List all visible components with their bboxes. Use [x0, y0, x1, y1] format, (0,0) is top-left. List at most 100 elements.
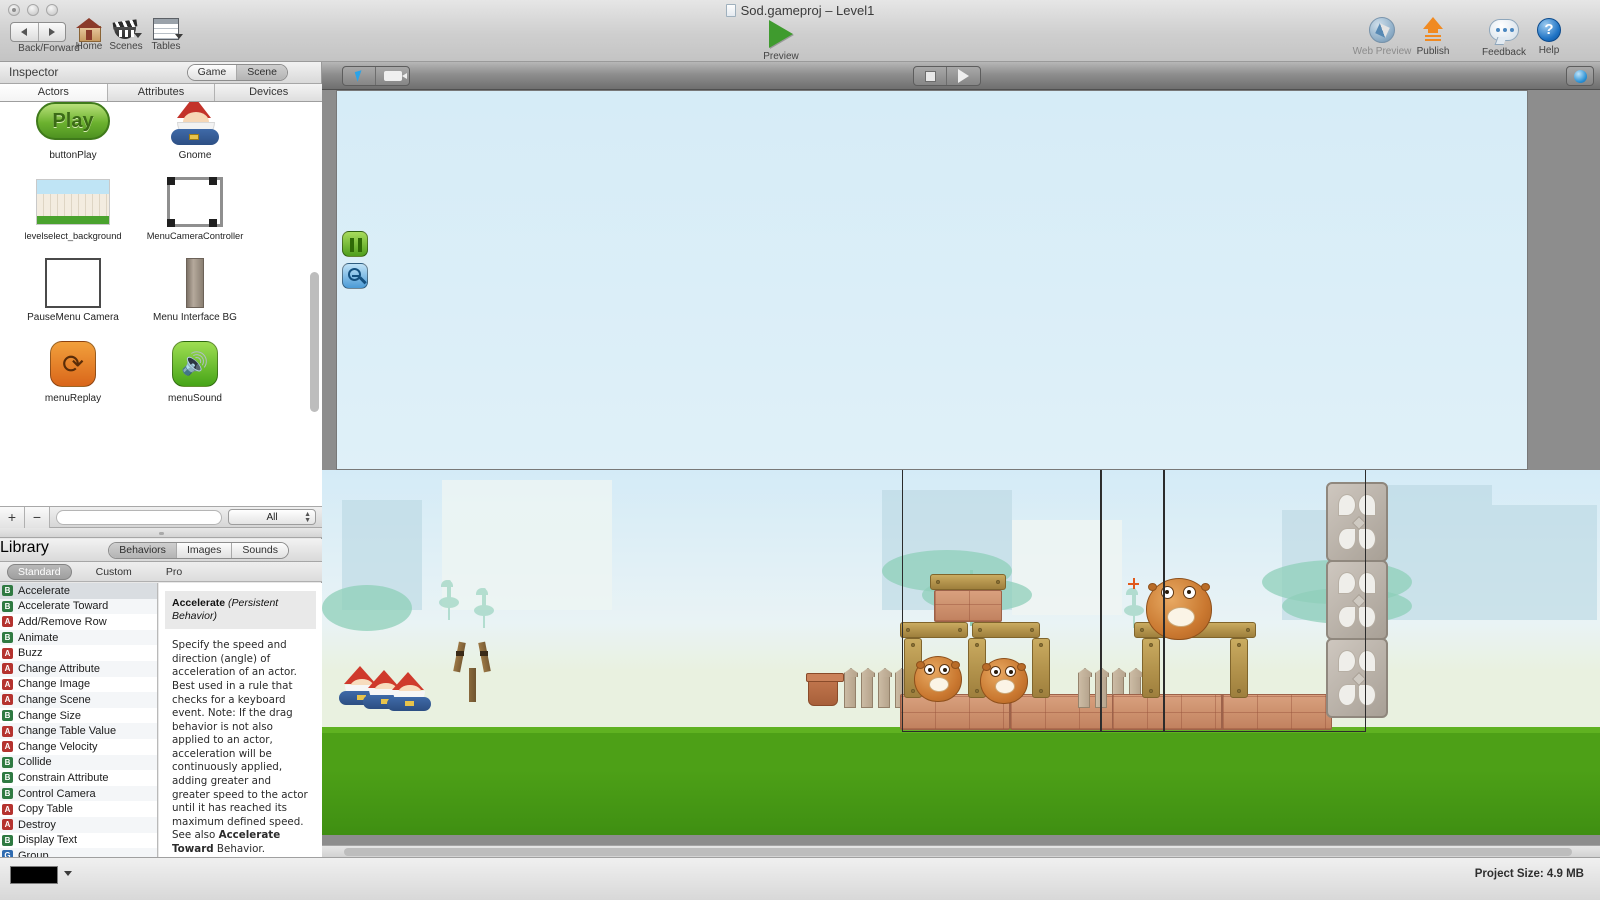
zoom-out-button-overlay[interactable]	[342, 263, 368, 289]
behavior-name: Change Scene	[18, 693, 91, 706]
actor-grid[interactable]: Play buttonPlay Gnome levelselect_backgr…	[0, 102, 322, 506]
behavior-list-item[interactable]: A Change Attribute	[0, 660, 157, 677]
selection-rectangle[interactable]	[1100, 470, 1164, 732]
empty-frame-actor-icon	[45, 258, 101, 308]
behavior-detail-description: Specify the speed and direction (angle) …	[165, 629, 316, 856]
scope-scene-button[interactable]: Scene	[237, 65, 287, 80]
actor-item[interactable]: Play buttonPlay	[12, 102, 134, 177]
behavior-list-item[interactable]: A Change Image	[0, 677, 157, 693]
stop-square-icon	[924, 70, 936, 82]
gnome-character[interactable]	[386, 672, 432, 712]
panel-splitter[interactable]	[0, 528, 322, 538]
behavior-list-item[interactable]: B Animate	[0, 629, 157, 646]
library-header: Library Behaviors Images Sounds	[0, 539, 322, 562]
scope-game-button[interactable]: Game	[187, 65, 238, 80]
tab-devices[interactable]: Devices	[215, 84, 323, 101]
behavior-list-item[interactable]: B Change Size	[0, 708, 157, 724]
actor-filter-select[interactable]: All ▲ ▼	[228, 509, 316, 525]
behavior-name: Change Image	[18, 678, 91, 691]
select-tool-button[interactable]	[343, 67, 376, 85]
actor-item[interactable]: Menu Interface BG	[134, 258, 256, 339]
behavior-list[interactable]: B Accelerate B Accelerate Toward A Add/Remove…	[0, 583, 158, 896]
flower-pot[interactable]	[806, 673, 844, 706]
back-button[interactable]	[11, 23, 39, 41]
tab-behaviors[interactable]: Behaviors	[109, 543, 177, 558]
behavior-name: Accelerate	[18, 584, 70, 597]
actor-item[interactable]: levelselect_background	[12, 177, 134, 258]
behavior-list-item[interactable]: A Destroy	[0, 816, 157, 833]
tab-actors[interactable]: Actors	[0, 84, 108, 101]
scene-canvas[interactable]	[322, 90, 1600, 835]
camera-tool-button[interactable]	[376, 67, 409, 85]
behavior-kind-badge: A	[2, 647, 13, 659]
behavior-list-item[interactable]: B Collide	[0, 754, 157, 771]
color-well[interactable]	[10, 866, 58, 884]
tab-images[interactable]: Images	[176, 543, 233, 558]
globe-icon	[1573, 69, 1587, 83]
publish-button[interactable]: Publish	[1406, 17, 1460, 57]
document-title: Sod.gameproj – Level1	[0, 3, 1600, 18]
scene-tool-segmented[interactable]	[342, 66, 410, 86]
behavior-description-tail: Behavior.	[213, 842, 265, 855]
back-forward-segments[interactable]	[10, 22, 66, 42]
source-standard[interactable]: Standard	[7, 564, 72, 580]
preview-button[interactable]: Preview	[746, 20, 816, 62]
behavior-list-item[interactable]: A Buzz	[0, 645, 157, 661]
behavior-list-item[interactable]: B Accelerate	[0, 583, 157, 599]
play-triangle-icon	[769, 20, 793, 48]
behavior-list-item[interactable]: A Change Velocity	[0, 739, 157, 755]
home-button[interactable]: Home	[70, 18, 108, 52]
pause-button-overlay[interactable]	[342, 231, 368, 257]
actor-search-input[interactable]	[56, 509, 222, 525]
actor-item[interactable]: MenuCameraController	[134, 177, 256, 258]
add-actor-button[interactable]: +	[0, 506, 25, 528]
scenes-button[interactable]: Scenes	[106, 18, 146, 52]
slingshot[interactable]	[450, 641, 494, 702]
source-pro[interactable]: Pro	[156, 565, 192, 579]
tab-sounds[interactable]: Sounds	[232, 543, 288, 558]
tables-button[interactable]: Tables	[146, 18, 186, 52]
inspector-scope-segmented[interactable]: Game Scene	[186, 64, 288, 81]
source-custom[interactable]: Custom	[86, 565, 142, 579]
help-button[interactable]: ? Help	[1531, 18, 1567, 56]
behavior-list-item[interactable]: B Control Camera	[0, 785, 157, 802]
behavior-list-item[interactable]: A Add/Remove Row	[0, 614, 157, 630]
home-icon	[76, 18, 102, 42]
library-source-tabs[interactable]: Standard Custom Pro	[0, 562, 322, 582]
behavior-list-item[interactable]: B Accelerate Toward	[0, 598, 157, 615]
chevron-down-icon[interactable]	[64, 871, 72, 876]
forward-button[interactable]	[39, 23, 66, 41]
web-preview-button[interactable]: Web Preview	[1350, 17, 1414, 57]
play-button[interactable]	[947, 67, 980, 85]
inspector-footer: + − All ▲ ▼	[0, 506, 322, 528]
actor-item[interactable]: 🔊 menuSound	[134, 339, 256, 420]
actor-item[interactable]: Gnome	[134, 102, 256, 177]
actor-grid-scrollbar[interactable]	[310, 272, 319, 412]
selection-rectangle[interactable]	[1164, 470, 1366, 732]
behavior-list-item[interactable]: B Display Text	[0, 833, 157, 849]
game-world[interactable]	[322, 470, 1600, 835]
behavior-list-item[interactable]: A Change Table Value	[0, 723, 157, 739]
behavior-kind-badge: B	[2, 834, 13, 846]
remove-actor-button[interactable]: −	[25, 506, 50, 528]
actor-filter-value: All	[266, 512, 278, 523]
actor-label: MenuCameraController	[146, 231, 244, 241]
selection-rectangle[interactable]	[902, 470, 1102, 732]
behavior-list-item[interactable]: A Copy Table	[0, 801, 157, 817]
library-type-segmented[interactable]: Behaviors Images Sounds	[108, 542, 289, 559]
scrollbar-thumb[interactable]	[344, 848, 1572, 856]
behavior-kind-badge: B	[2, 632, 13, 644]
stop-button[interactable]	[914, 67, 947, 85]
behavior-list-item[interactable]: A Change Scene	[0, 692, 157, 708]
gamesalad-window: Sod.gameproj – Level1 Back/Forward Home …	[0, 0, 1600, 900]
inspector-tabs[interactable]: Actors Attributes Devices	[0, 84, 323, 102]
behavior-list-item[interactable]: B Constrain Attribute	[0, 770, 157, 786]
feedback-button[interactable]: Feedback	[1473, 19, 1535, 58]
scene-empty-area[interactable]	[336, 90, 1528, 470]
scene-web-button[interactable]	[1566, 66, 1594, 86]
scene-transport-segmented[interactable]	[913, 66, 981, 86]
actor-item[interactable]: PauseMenu Camera	[12, 258, 134, 339]
tab-attributes[interactable]: Attributes	[107, 84, 216, 101]
scene-horizontal-scrollbar[interactable]	[322, 845, 1600, 857]
actor-item[interactable]: ⟳ menuReplay	[12, 339, 134, 420]
